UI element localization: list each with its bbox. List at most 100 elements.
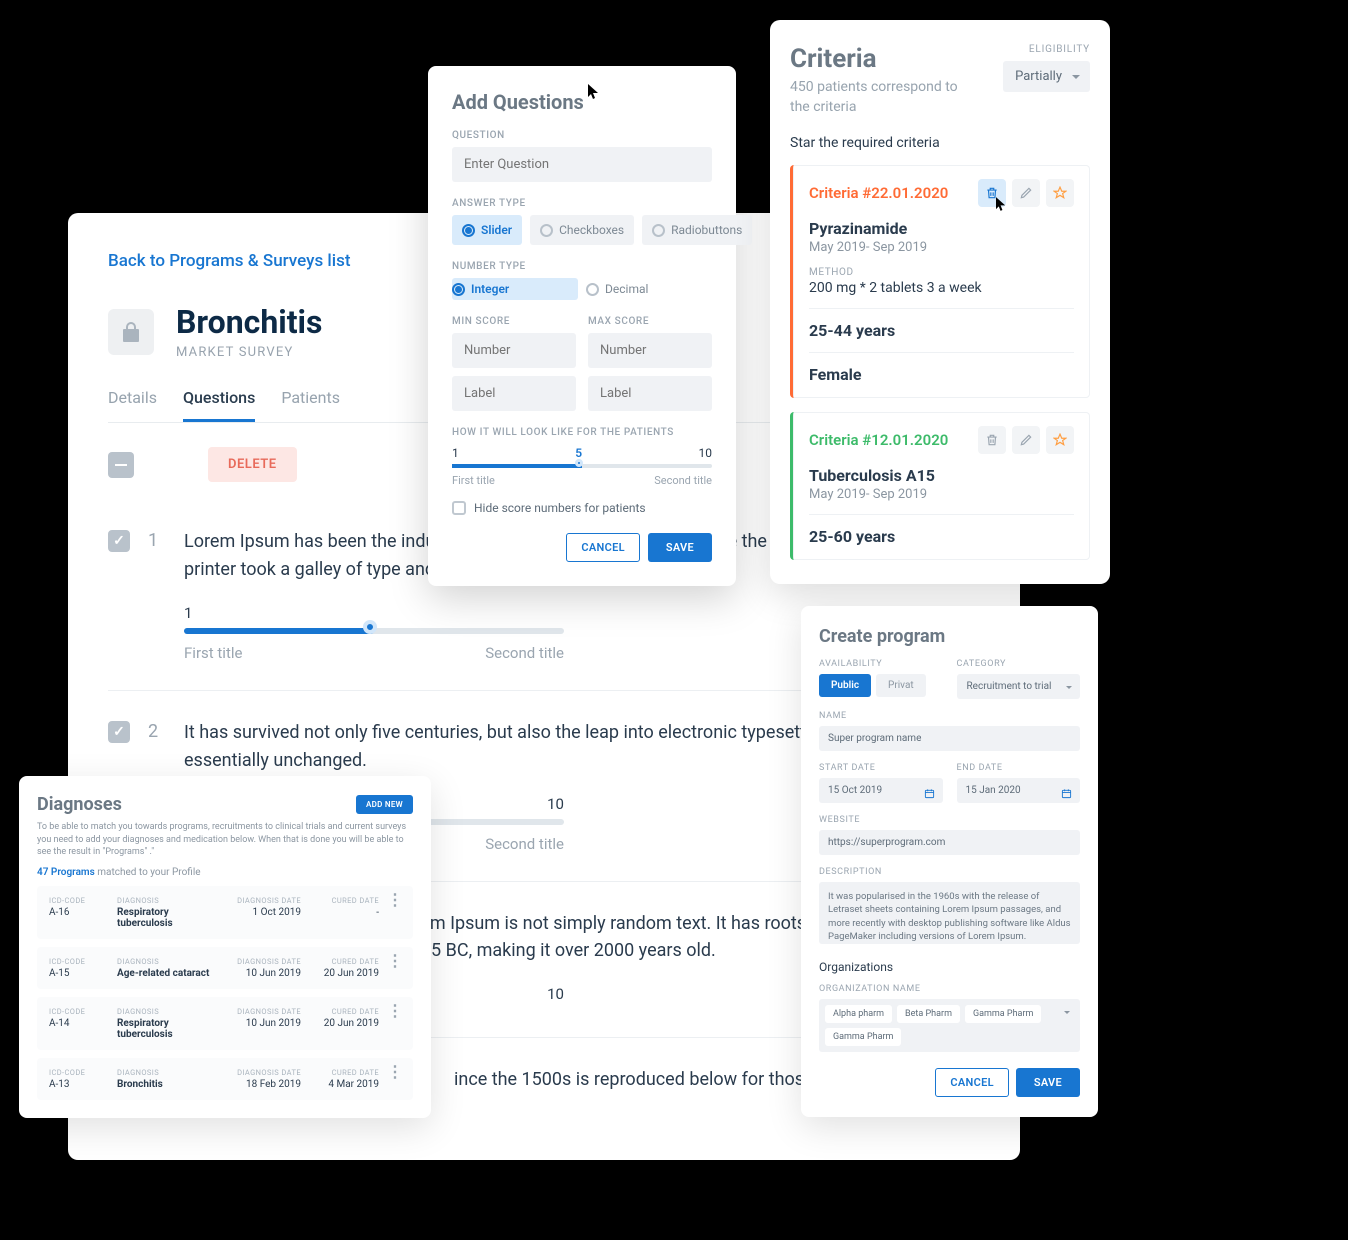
diagnosis-row: ICD-CODEA-16 DIAGNOSISRespiratory tuberc… [37, 886, 413, 939]
programs-matched[interactable]: 47 Programs matched to your Profile [37, 867, 413, 878]
star-icon[interactable] [1046, 179, 1074, 207]
question-checkbox[interactable] [108, 530, 130, 552]
slider-min: 1 [184, 604, 192, 622]
min-label-input[interactable] [452, 376, 576, 411]
slider-right-label: Second title [485, 835, 564, 853]
diagnoses-title: Diagnoses [37, 794, 122, 815]
answer-type-radio[interactable]: Radiobuttons [642, 215, 752, 245]
collapse-button[interactable] [108, 452, 134, 478]
preview-label: HOW IT WILL LOOK LIKE FOR THE PATIENTS [452, 427, 712, 438]
cursor-icon [588, 84, 600, 100]
diagnosis-name: Age-related cataract [117, 968, 223, 979]
criteria-name: Criteria #22.01.2020 [809, 184, 948, 202]
criteria-title: Criteria [790, 44, 960, 74]
row-menu-icon[interactable]: ⋮ [387, 1068, 401, 1076]
delete-button[interactable]: DELETE [208, 447, 297, 482]
diagnosis-row: ICD-CODEA-13 DIAGNOSISBronchitis DIAGNOS… [37, 1058, 413, 1100]
availability-label: AVAILABILITY [819, 659, 943, 669]
number-type-integer[interactable]: Integer [452, 278, 578, 300]
category-select[interactable]: Recruitment to trial [957, 674, 1081, 699]
diagnosis-name: Respiratory tuberculosis [117, 1018, 223, 1040]
diagnosis-date: 18 Feb 2019 [231, 1079, 301, 1090]
save-button[interactable]: SAVE [1016, 1068, 1080, 1097]
star-icon[interactable] [1046, 426, 1074, 454]
cursor-icon [996, 197, 1007, 212]
lock-icon [108, 309, 154, 355]
org-tag[interactable]: Gamma Pharm [965, 1005, 1041, 1023]
criteria-age: 25-60 years [809, 527, 1074, 546]
row-menu-icon[interactable]: ⋮ [387, 1007, 401, 1015]
diagnosis-date: 10 Jun 2019 [231, 1018, 301, 1029]
cancel-button[interactable]: CANCEL [566, 533, 639, 562]
slider-max: 10 [547, 795, 564, 813]
answer-type-checkboxes[interactable]: Checkboxes [530, 215, 634, 245]
trash-icon[interactable] [978, 426, 1006, 454]
edit-icon[interactable] [1012, 179, 1040, 207]
criteria-panel: Criteria 450 patients correspond to the … [770, 20, 1110, 584]
calendar-icon [924, 788, 935, 799]
eligibility-label: ELIGIBILITY [1003, 44, 1090, 55]
diagnosis-name: Bronchitis [117, 1079, 223, 1090]
tab-patients[interactable]: Patients [281, 388, 340, 422]
page-subtitle: MARKET SURVEY [176, 345, 322, 360]
preview-slider-track[interactable] [452, 464, 712, 468]
icd-code: A-16 [49, 907, 109, 918]
method-value: 200 mg * 2 tablets 3 a week [809, 280, 1074, 296]
diagnosis-row: ICD-CODEA-14 DIAGNOSISRespiratory tuberc… [37, 997, 413, 1050]
max-score-label: MAX SCORE [588, 316, 712, 327]
hide-scores-checkbox[interactable] [452, 501, 466, 515]
organizations-title: Organizations [819, 960, 1080, 974]
add-questions-modal: Add Questions QUESTION ANSWER TYPE Slide… [428, 66, 736, 586]
diagnoses-description: To be able to match you towards programs… [37, 821, 413, 859]
criteria-age: 25-44 years [809, 321, 1074, 340]
diagnosis-name: Respiratory tuberculosis [117, 907, 223, 929]
question-checkbox[interactable] [108, 721, 130, 743]
name-label: NAME [819, 711, 1080, 721]
row-menu-icon[interactable]: ⋮ [387, 957, 401, 965]
availability-public[interactable]: Public [819, 674, 871, 697]
answer-type-slider[interactable]: Slider [452, 215, 522, 245]
cured-date: 20 Jun 2019 [309, 1018, 379, 1029]
min-score-input[interactable] [452, 333, 576, 368]
org-select[interactable]: Alpha pharm Beta Pharm Gamma Pharm Gamma… [819, 999, 1080, 1052]
tab-details[interactable]: Details [108, 388, 157, 422]
org-tag[interactable]: Alpha pharm [825, 1005, 892, 1023]
hide-scores-label: Hide score numbers for patients [474, 501, 646, 515]
max-label-input[interactable] [588, 376, 712, 411]
program-name-input[interactable] [819, 726, 1080, 751]
answer-type-label: ANSWER TYPE [452, 198, 712, 209]
criteria-subtitle: 450 patients correspond to the criteria [790, 78, 960, 117]
cancel-button[interactable]: CANCEL [935, 1068, 1008, 1097]
website-input[interactable] [819, 830, 1080, 855]
criteria-name: Criteria #12.01.2020 [809, 431, 948, 449]
question-number: 1 [148, 530, 166, 662]
cured-date: 20 Jun 2019 [309, 968, 379, 979]
org-tag[interactable]: Gamma Pharm [825, 1028, 901, 1046]
edit-icon[interactable] [1012, 426, 1040, 454]
eligibility-select[interactable]: Partially [1003, 61, 1090, 92]
row-menu-icon[interactable]: ⋮ [387, 896, 401, 904]
slider-right-label: Second title [485, 644, 564, 662]
question-input[interactable] [452, 147, 712, 182]
question-label: QUESTION [452, 130, 712, 141]
tab-questions[interactable]: Questions [183, 388, 255, 422]
description-input[interactable]: It was popularised in the 1960s with the… [819, 882, 1080, 944]
save-button[interactable]: SAVE [648, 533, 712, 562]
preview-slider: 1510 First titleSecond title [452, 446, 712, 487]
create-program-title: Create program [819, 626, 1080, 647]
page-title: Bronchitis [176, 303, 322, 341]
availability-private[interactable]: Privat [876, 674, 926, 697]
criteria-drug: Tuberculosis A15 [809, 466, 1074, 485]
slider-max: 10 [547, 985, 564, 1003]
number-type-label: NUMBER TYPE [452, 261, 712, 272]
number-type-decimal[interactable]: Decimal [586, 278, 712, 300]
icd-code: A-13 [49, 1079, 109, 1090]
add-new-button[interactable]: ADD NEW [356, 795, 413, 814]
slider[interactable] [184, 628, 564, 634]
slider-left-label: First title [184, 644, 242, 662]
min-score-label: MIN SCORE [452, 316, 576, 327]
max-score-input[interactable] [588, 333, 712, 368]
org-tag[interactable]: Beta Pharm [897, 1005, 960, 1023]
website-label: WEBSITE [819, 815, 1080, 825]
category-label: CATEGORY [957, 659, 1081, 669]
